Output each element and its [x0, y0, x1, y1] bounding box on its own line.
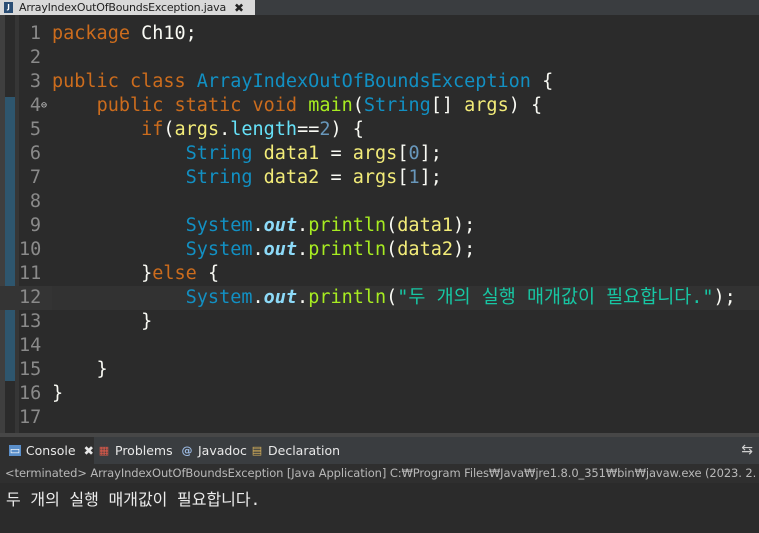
- console-tab-bar: ▭ Console ✖ ▦ Problems @ Javadoc ▤ Decla…: [0, 437, 759, 464]
- line-number: 2: [29, 47, 41, 68]
- code-line[interactable]: 2: [0, 46, 759, 70]
- line-number: 12: [19, 287, 42, 308]
- code-line[interactable]: 15 }: [0, 358, 759, 382]
- tab-javadoc[interactable]: @ Javadoc: [181, 437, 247, 464]
- line-number: 13: [19, 311, 42, 332]
- tab-javadoc-label: Javadoc: [198, 443, 247, 458]
- fold-collapse-icon[interactable]: ⊖: [41, 94, 49, 118]
- current-code-line[interactable]: 12 System.out.println("두 개의 실행 매개값이 필요합니…: [0, 286, 759, 310]
- problems-icon: ▦: [98, 444, 110, 457]
- tab-declaration[interactable]: ▤ Declaration: [251, 437, 341, 464]
- line-number: 16: [19, 383, 42, 404]
- line-number: 6: [29, 143, 41, 164]
- tab-problems-label: Problems: [115, 443, 173, 458]
- line-number: 8: [29, 191, 41, 212]
- code-line[interactable]: 6 String data1 = args[0];: [0, 142, 759, 166]
- line-number: 4: [29, 95, 41, 116]
- console-output[interactable]: 두 개의 실행 매개값이 필요합니다.: [0, 483, 759, 533]
- line-number: 1: [29, 23, 41, 44]
- code-line[interactable]: 7 String data2 = args[1];: [0, 166, 759, 190]
- code-line[interactable]: 3 public class ArrayIndexOutOfBoundsExce…: [0, 70, 759, 94]
- line-number: 11: [19, 263, 42, 284]
- code-line[interactable]: 4 ⊖ public static void main(String[] arg…: [0, 94, 759, 118]
- code-editor[interactable]: 1 package Ch10; 2 3 public class ArrayIn…: [0, 15, 759, 433]
- declaration-icon: ▤: [251, 444, 263, 457]
- close-icon[interactable]: ✖: [234, 1, 244, 15]
- java-file-icon: J: [4, 2, 13, 13]
- console-output-line: 두 개의 실행 매개값이 필요합니다.: [6, 490, 261, 509]
- tab-console[interactable]: ▭ Console ✖: [0, 437, 94, 464]
- code-line[interactable]: 16 }: [0, 382, 759, 406]
- javadoc-icon: @: [181, 444, 193, 457]
- line-number: 9: [29, 215, 41, 236]
- console-status: <terminated> ArrayIndexOutOfBoundsExcept…: [0, 464, 759, 483]
- line-number: 3: [29, 71, 41, 92]
- editor-tab-bar: J ArrayIndexOutOfBoundsException.java ✖: [0, 0, 759, 15]
- editor-tab[interactable]: J ArrayIndexOutOfBoundsException.java ✖: [0, 0, 255, 15]
- code-line[interactable]: 13 }: [0, 310, 759, 334]
- line-number: 5: [29, 119, 41, 140]
- tab-declaration-label: Declaration: [268, 443, 341, 458]
- line-number: 17: [19, 407, 42, 428]
- line-number: 10: [19, 239, 42, 260]
- line-number: 14: [19, 335, 42, 356]
- code-line[interactable]: 11 }else {: [0, 262, 759, 286]
- tab-problems[interactable]: ▦ Problems: [98, 437, 176, 464]
- line-number: 7: [29, 167, 41, 188]
- code-line[interactable]: 8: [0, 190, 759, 214]
- tab-console-label: Console: [25, 443, 76, 458]
- editor-tab-title: ArrayIndexOutOfBoundsException.java: [19, 1, 226, 14]
- code-lines: 1 package Ch10; 2 3 public class ArrayIn…: [0, 22, 759, 430]
- code-line[interactable]: 1 package Ch10;: [0, 22, 759, 46]
- code-line[interactable]: 5 if(args.length==2) {: [0, 118, 759, 142]
- close-icon[interactable]: ✖: [84, 443, 94, 458]
- code-line[interactable]: 17: [0, 406, 759, 430]
- code-line[interactable]: 10 System.out.println(data2);: [0, 238, 759, 262]
- line-number: 15: [19, 359, 42, 380]
- code-line[interactable]: 9 System.out.println(data1);: [0, 214, 759, 238]
- code-line[interactable]: 14: [0, 334, 759, 358]
- console-icon: ▭: [9, 444, 21, 457]
- sync-icon[interactable]: ⇆: [741, 442, 753, 458]
